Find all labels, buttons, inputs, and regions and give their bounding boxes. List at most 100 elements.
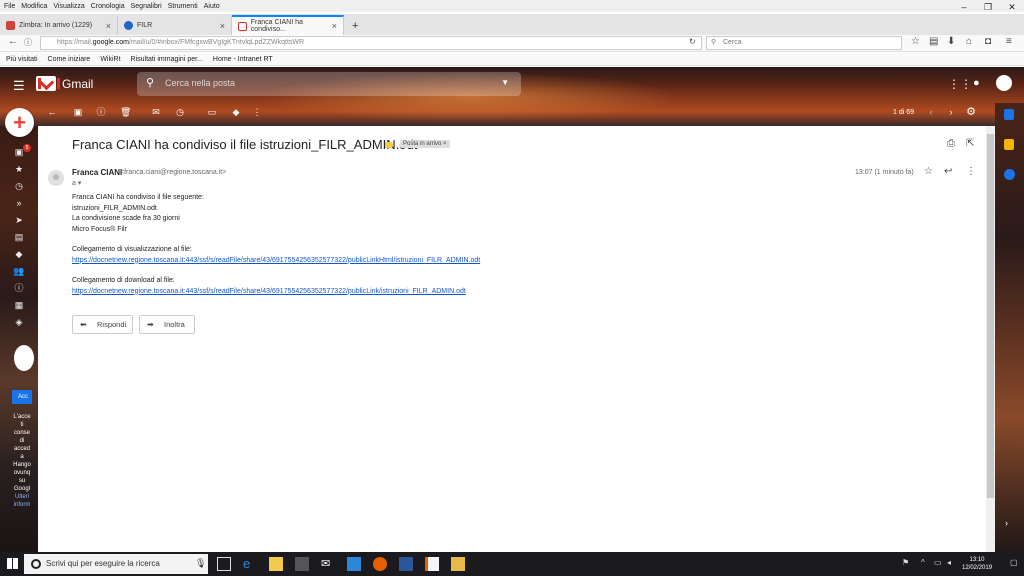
mark-unread-icon[interactable]: ✉: [151, 107, 161, 117]
microphone-icon[interactable]: 🎙: [195, 558, 206, 569]
close-icon[interactable]: ✕: [1000, 0, 1024, 14]
tag-icon[interactable]: ◈: [13, 316, 25, 328]
tab-filr[interactable]: FILR ×: [118, 16, 232, 35]
newer-icon[interactable]: ‹: [926, 107, 936, 117]
edge-icon[interactable]: e: [243, 557, 257, 571]
new-tab-button[interactable]: +: [346, 16, 360, 35]
open-new-window-icon[interactable]: ⇱: [966, 138, 974, 149]
taskbar-clock[interactable]: 13:10 12/02/2019: [962, 556, 992, 572]
hamburger-menu-icon[interactable]: ≡: [1006, 36, 1012, 47]
pocket-icon[interactable]: ◘: [985, 36, 991, 47]
tab-close-icon[interactable]: ×: [106, 21, 111, 31]
document-icon[interactable]: [425, 557, 439, 571]
hangouts-icon[interactable]: [14, 345, 34, 371]
reply-button[interactable]: ⬅ Rispondi: [72, 315, 133, 334]
delete-icon[interactable]: 🗑: [120, 107, 131, 117]
bookmark-star-icon[interactable]: ☆: [911, 36, 920, 47]
search-options-icon[interactable]: ▼: [501, 78, 509, 87]
menu-aiuto[interactable]: Aiuto: [204, 3, 220, 10]
menu-modifica[interactable]: Modifica: [21, 3, 47, 10]
reload-icon[interactable]: ↻: [689, 37, 696, 46]
library-icon[interactable]: ▤: [929, 36, 938, 47]
download-link[interactable]: https://docnetnew.regione.toscana.it:443…: [72, 288, 466, 295]
report-spam-icon[interactable]: ⓘ: [96, 107, 106, 117]
info-icon[interactable]: ⓘ: [13, 282, 25, 294]
download-icon[interactable]: ⬇: [947, 36, 955, 47]
learn-more-link[interactable]: Ulteri: [9, 493, 35, 501]
tab-close-icon[interactable]: ×: [220, 21, 225, 31]
firefox-icon[interactable]: [373, 557, 387, 571]
menu-visualizza[interactable]: Visualizza: [53, 3, 84, 10]
menu-segnalibri[interactable]: Segnalibri: [131, 3, 162, 10]
labels-icon[interactable]: ◆: [231, 107, 241, 117]
bookmark-intranet[interactable]: Home - Intranet RT: [213, 56, 273, 63]
move-to-icon[interactable]: ▭: [207, 107, 217, 117]
settings-gear-icon[interactable]: ⚙: [966, 107, 976, 118]
main-menu-icon[interactable]: ☰: [13, 78, 25, 94]
scrollbar-thumb[interactable]: [987, 134, 994, 498]
hangouts-access-button[interactable]: Acc: [12, 390, 32, 404]
snooze-icon[interactable]: ◷: [175, 107, 185, 117]
browser-search-input[interactable]: ⚲ Cerca: [706, 36, 902, 50]
volume-icon[interactable]: ◂: [947, 558, 951, 567]
tab-zimbra[interactable]: Zimbra: In arrivo (1229) ×: [0, 16, 118, 35]
print-icon[interactable]: ⎙: [947, 138, 955, 149]
bookmark-most-visited[interactable]: Più visitati: [6, 56, 38, 63]
info-icon[interactable]: ⓘ: [24, 37, 32, 48]
archive-icon[interactable]: ▣: [73, 107, 83, 117]
file-explorer-icon[interactable]: [269, 557, 283, 571]
recipient-details[interactable]: a ▾: [72, 179, 81, 187]
mail-search-input[interactable]: ⚲ Cerca nella posta ▼: [137, 72, 521, 96]
forward-button[interactable]: ➡ Inoltra: [139, 315, 195, 334]
more-options-icon[interactable]: ⋮: [252, 107, 262, 117]
menu-strumenti[interactable]: Strumenti: [168, 3, 198, 10]
bookmark-getting-started[interactable]: Come iniziare: [48, 56, 91, 63]
tab-gmail[interactable]: Franca CIANI ha condiviso... ×: [232, 15, 344, 35]
star-icon[interactable]: ☆: [924, 166, 933, 177]
store-icon[interactable]: [295, 557, 309, 571]
remove-label-icon[interactable]: ×: [443, 141, 447, 147]
bookmark-wikirt[interactable]: WikiRt: [100, 56, 120, 63]
tray-expand-icon[interactable]: ^: [921, 558, 925, 567]
people-icon[interactable]: ⚑: [902, 558, 909, 567]
tab-close-icon[interactable]: ×: [332, 21, 337, 31]
important-icon[interactable]: »: [13, 197, 25, 209]
notifications-center-icon[interactable]: ▢: [1010, 558, 1018, 567]
drafts-icon[interactable]: ▤: [13, 231, 25, 243]
sent-icon[interactable]: ➤: [13, 214, 25, 226]
snoozed-icon[interactable]: ◷: [13, 180, 25, 192]
outlook-icon[interactable]: [347, 557, 361, 571]
windows-start-icon[interactable]: [7, 558, 18, 569]
app-icon[interactable]: [451, 557, 465, 571]
network-icon[interactable]: ▭: [934, 558, 942, 567]
starred-icon[interactable]: ★: [13, 163, 25, 175]
minimize-icon[interactable]: –: [952, 0, 976, 14]
keep-icon[interactable]: [1004, 139, 1014, 150]
reply-icon[interactable]: ↩: [944, 166, 952, 177]
tasks-icon[interactable]: [1004, 169, 1015, 180]
contacts-icon[interactable]: 👥: [13, 265, 25, 277]
back-to-inbox-icon[interactable]: ←: [47, 107, 57, 117]
labels-icon[interactable]: ◆: [13, 248, 25, 260]
taskbar-search-input[interactable]: Scrivi qui per eseguire la ricerca: [24, 554, 208, 574]
url-bar[interactable]: https://mail.google.com/mail/u/0/#inbox/…: [40, 36, 702, 50]
word-icon[interactable]: [399, 557, 413, 571]
menu-file[interactable]: File: [4, 3, 15, 10]
expand-panel-icon[interactable]: ›: [1005, 518, 1008, 528]
task-view-icon[interactable]: [217, 557, 231, 571]
notifications-icon[interactable]: ●: [973, 77, 980, 89]
more-actions-icon[interactable]: ⋮: [966, 166, 976, 177]
inbox-label-chip[interactable]: Posta in arrivo ×: [400, 140, 450, 148]
account-avatar[interactable]: [996, 75, 1012, 91]
home-icon[interactable]: ⌂: [966, 36, 972, 47]
scrollbar[interactable]: [986, 126, 995, 552]
restore-icon[interactable]: ❐: [976, 0, 1000, 14]
back-icon[interactable]: ←: [8, 36, 18, 47]
view-link[interactable]: https://docnetnew.regione.toscana.it:443…: [72, 257, 480, 264]
older-icon[interactable]: ›: [946, 107, 956, 117]
mail-icon[interactable]: ✉: [321, 557, 335, 571]
bookmark-image-results[interactable]: Risultati immagini per...: [131, 56, 203, 63]
apps-grid-icon[interactable]: ⋮⋮: [948, 77, 972, 91]
chat-icon[interactable]: ▦: [13, 299, 25, 311]
menu-cronologia[interactable]: Cronologia: [91, 3, 125, 10]
